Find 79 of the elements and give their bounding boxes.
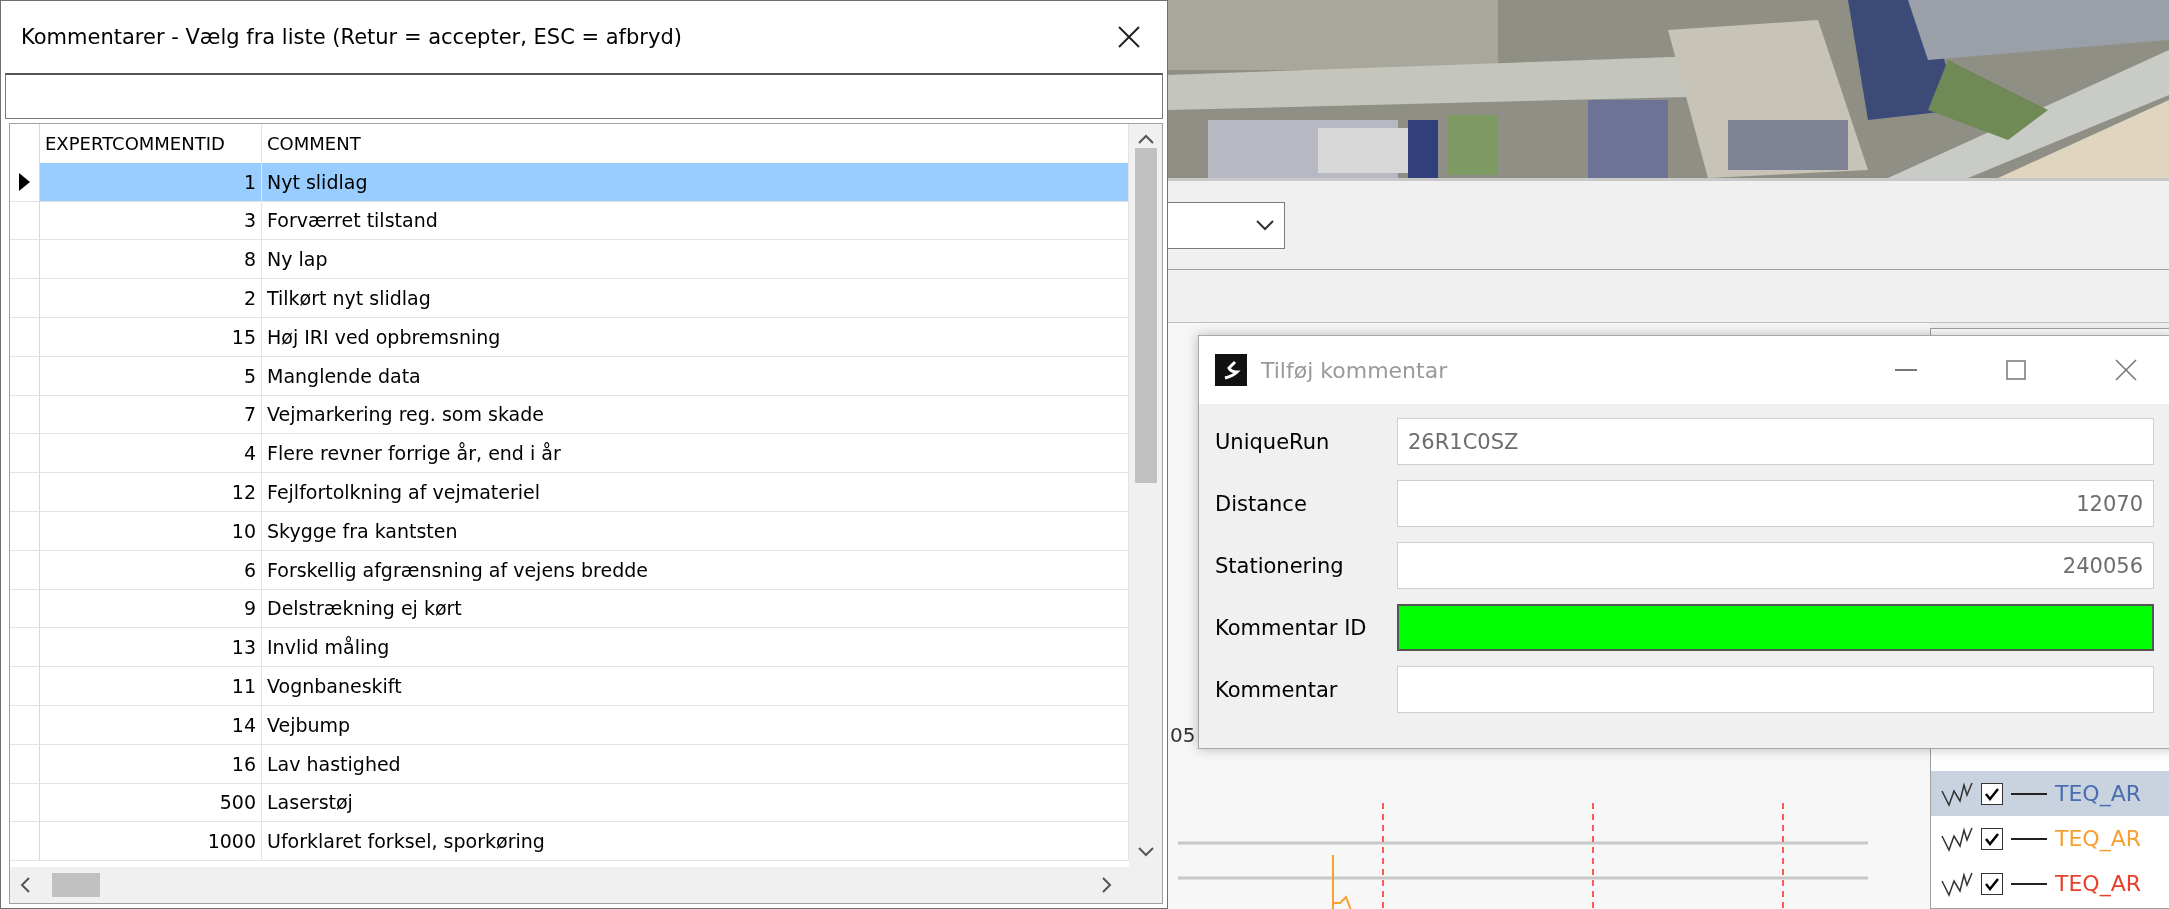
checkbox[interactable]	[1981, 872, 2003, 895]
filter-field[interactable]	[5, 73, 1163, 119]
zigzag-icon	[1941, 825, 1973, 852]
input-field[interactable]: 240056	[1397, 542, 2154, 589]
table-cell[interactable]: Vognbaneskift	[262, 667, 1129, 706]
series-label: TEQ_AR	[2055, 871, 2141, 896]
table-cell[interactable]: 16	[40, 744, 262, 784]
table-cell[interactable]: 500	[40, 783, 262, 823]
line-swatch-icon	[2011, 836, 2047, 841]
input-field[interactable]	[1397, 604, 2154, 651]
field-label: Stationering	[1215, 553, 1345, 578]
chevron-left-icon	[20, 877, 30, 893]
table-cell[interactable]: Delstrækning ej kørt	[262, 589, 1129, 629]
chevron-down-icon	[1137, 847, 1154, 857]
table-cell[interactable]: 1000	[40, 822, 262, 862]
table-cell[interactable]: 5	[40, 356, 262, 396]
dialog-title: Tilføj kommentar	[1261, 357, 1449, 383]
table-cell[interactable]: Vejmarkering reg. som skade	[262, 395, 1129, 435]
line-swatch-icon	[2011, 791, 2047, 796]
table-cell[interactable]: Nyt slidlag	[262, 162, 1129, 202]
input-field[interactable]: 12070	[1397, 480, 2154, 527]
table-cell[interactable]: Høj IRI ved opbremsning	[262, 318, 1129, 357]
close-icon	[2115, 359, 2137, 381]
zigzag-icon	[1941, 780, 1973, 807]
table-cell[interactable]: 15	[40, 318, 262, 357]
table-cell[interactable]: Forskellig afgrænsning af vejens bredde	[262, 550, 1129, 590]
scrollbar-thumb[interactable]	[1134, 148, 1157, 483]
field-label: UniqueRun	[1215, 429, 1331, 454]
table-cell[interactable]: Vejbump	[262, 705, 1129, 745]
table-cell[interactable]: Lav hastighed	[262, 744, 1129, 784]
table-cell[interactable]: 14	[40, 705, 262, 745]
line-swatch-icon	[2011, 881, 2047, 886]
table-cell[interactable]: Ny lap	[262, 240, 1129, 280]
checkbox[interactable]	[1981, 782, 2003, 805]
dropdown[interactable]	[1168, 201, 1285, 249]
table-cell[interactable]: Fejlfortolkning af vejmateriel	[262, 473, 1129, 512]
table-cell[interactable]: Flere revner forrige år, end i år	[262, 434, 1129, 474]
table-cell[interactable]: Uforklaret forksel, sporkøring	[262, 822, 1129, 862]
legend-item[interactable]: TEQ_AR	[1931, 861, 2169, 906]
field-label: Kommentar ID	[1215, 615, 1368, 640]
horizontal-scrollbar[interactable]	[10, 867, 1162, 903]
field-label: Kommentar	[1215, 677, 1339, 702]
close-icon	[1118, 26, 1140, 48]
table-cell[interactable]: 11	[40, 667, 262, 706]
table-cell[interactable]: 6	[40, 550, 262, 590]
scrollbar-thumb[interactable]	[52, 873, 100, 897]
table-cell[interactable]: 7	[40, 395, 262, 435]
chevron-right-icon	[1102, 877, 1112, 893]
checkbox[interactable]	[1981, 827, 2003, 850]
table-cell[interactable]: 8	[40, 240, 262, 280]
table-cell[interactable]: 10	[40, 511, 262, 551]
table-cell[interactable]: Invlid måling	[262, 628, 1129, 668]
chevron-down-icon	[1256, 219, 1274, 231]
table-cell[interactable]: Manglende data	[262, 356, 1129, 396]
table-cell[interactable]: 12	[40, 473, 262, 512]
window-title: Kommentarer - Vælg fra liste (Retur = accepter, ESC = afbryd)	[21, 25, 682, 49]
app-icon	[1215, 354, 1247, 386]
chevron-up-icon	[1137, 134, 1154, 144]
series-label: TEQ_AR	[2055, 781, 2141, 806]
field-label: Distance	[1215, 491, 1308, 516]
table-cell[interactable]: 3	[40, 201, 262, 241]
table-cell[interactable]: 13	[40, 628, 262, 668]
series-label: TEQ_AR	[2055, 826, 2141, 851]
minimize-icon	[1895, 369, 1917, 371]
table-cell[interactable]: Tilkørt nyt slidlag	[262, 279, 1129, 318]
column-header[interactable]: EXPERTCOMMENTID	[40, 124, 262, 163]
input-field[interactable]: 26R1C0SZ	[1397, 418, 2154, 465]
axis-label: 05	[1170, 723, 1196, 747]
zigzag-icon	[1941, 870, 1973, 897]
maximize-icon	[2006, 360, 2026, 380]
row-pointer-icon	[19, 172, 30, 191]
table-cell[interactable]: 9	[40, 589, 262, 629]
table-cell[interactable]: Skygge fra kantsten	[262, 511, 1129, 551]
table-cell[interactable]: 2	[40, 279, 262, 318]
table-cell[interactable]: Forværret tilstand	[262, 201, 1129, 241]
table-cell[interactable]: 4	[40, 434, 262, 474]
vertical-scrollbar[interactable]	[1129, 124, 1162, 867]
table-cell[interactable]: Laserstøj	[262, 783, 1129, 823]
table-cell[interactable]: 1	[40, 162, 262, 202]
